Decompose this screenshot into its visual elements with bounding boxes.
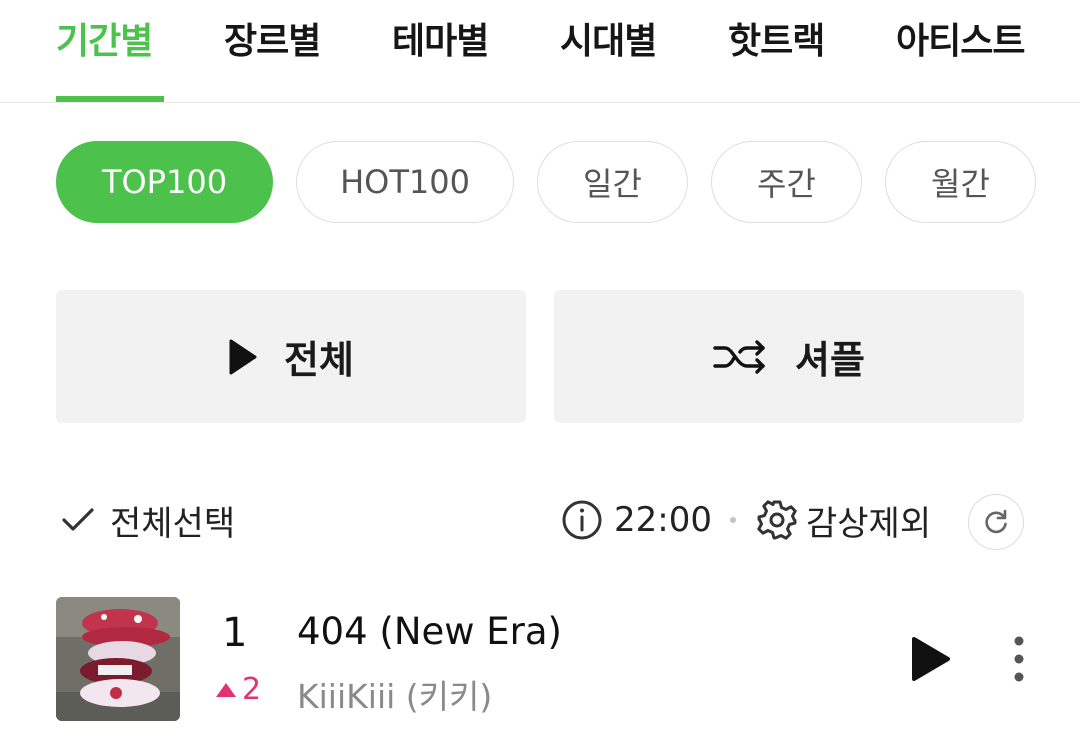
chip-monthly[interactable]: 월간 [885, 141, 1036, 223]
table-row[interactable]: 1 2 404 (New Era) KiiiKiii (키키) [0, 590, 1080, 730]
chip-daily[interactable]: 일간 [537, 141, 688, 223]
shuffle-label: 셔플 [795, 338, 865, 382]
tab-hot-track[interactable]: 핫트랙 [728, 12, 825, 64]
song-artist[interactable]: KiiiKiii (키키) [297, 670, 492, 718]
shuffle-button[interactable]: 셔플 [554, 290, 1024, 423]
info-icon[interactable] [560, 498, 604, 542]
gear-icon [757, 500, 797, 540]
rank-change: 2 [214, 672, 261, 707]
active-tab-indicator [56, 96, 164, 102]
exclude-label: 감상제외 [805, 503, 932, 544]
rank-change-value: 2 [242, 672, 262, 707]
play-all-label: 전체 [284, 338, 354, 382]
separator-dot [729, 517, 736, 523]
more-vertical-icon[interactable] [1004, 634, 1034, 684]
tab-artist[interactable]: 아티스트 [896, 12, 1025, 64]
album-cover[interactable] [56, 597, 180, 721]
tab-by-era[interactable]: 시대별 [560, 12, 657, 64]
check-icon [62, 508, 94, 531]
album-art-image [56, 597, 180, 721]
tab-by-period[interactable]: 기간별 [56, 12, 153, 64]
play-icon [229, 339, 257, 374]
chart-toolbar: 22:00 감상제외 [560, 492, 931, 548]
rank-up-icon [216, 682, 236, 697]
tab-by-genre[interactable]: 장르별 [224, 12, 321, 64]
select-all-label: 전체선택 [110, 503, 236, 544]
select-all-button[interactable]: 전체선택 [60, 492, 235, 548]
chip-hot100[interactable]: HOT100 [296, 141, 514, 223]
play-all-button[interactable]: 전체 [56, 290, 526, 423]
refresh-button[interactable] [968, 494, 1024, 550]
category-tab-bar: 기간별 장르별 테마별 시대별 핫트랙 아티스트 [0, 0, 1080, 103]
refresh-icon [985, 509, 1007, 534]
song-title[interactable]: 404 (New Era) [297, 610, 562, 653]
update-time: 22:00 [614, 500, 712, 540]
shuffle-icon [713, 339, 765, 374]
chip-top100[interactable]: TOP100 [56, 141, 273, 223]
rank-number: 1 [222, 610, 248, 656]
play-song-icon[interactable] [908, 634, 954, 684]
chip-weekly[interactable]: 주간 [711, 141, 862, 223]
tab-by-theme[interactable]: 테마별 [392, 12, 489, 64]
exclude-listening-button[interactable]: 감상제외 [756, 496, 931, 545]
